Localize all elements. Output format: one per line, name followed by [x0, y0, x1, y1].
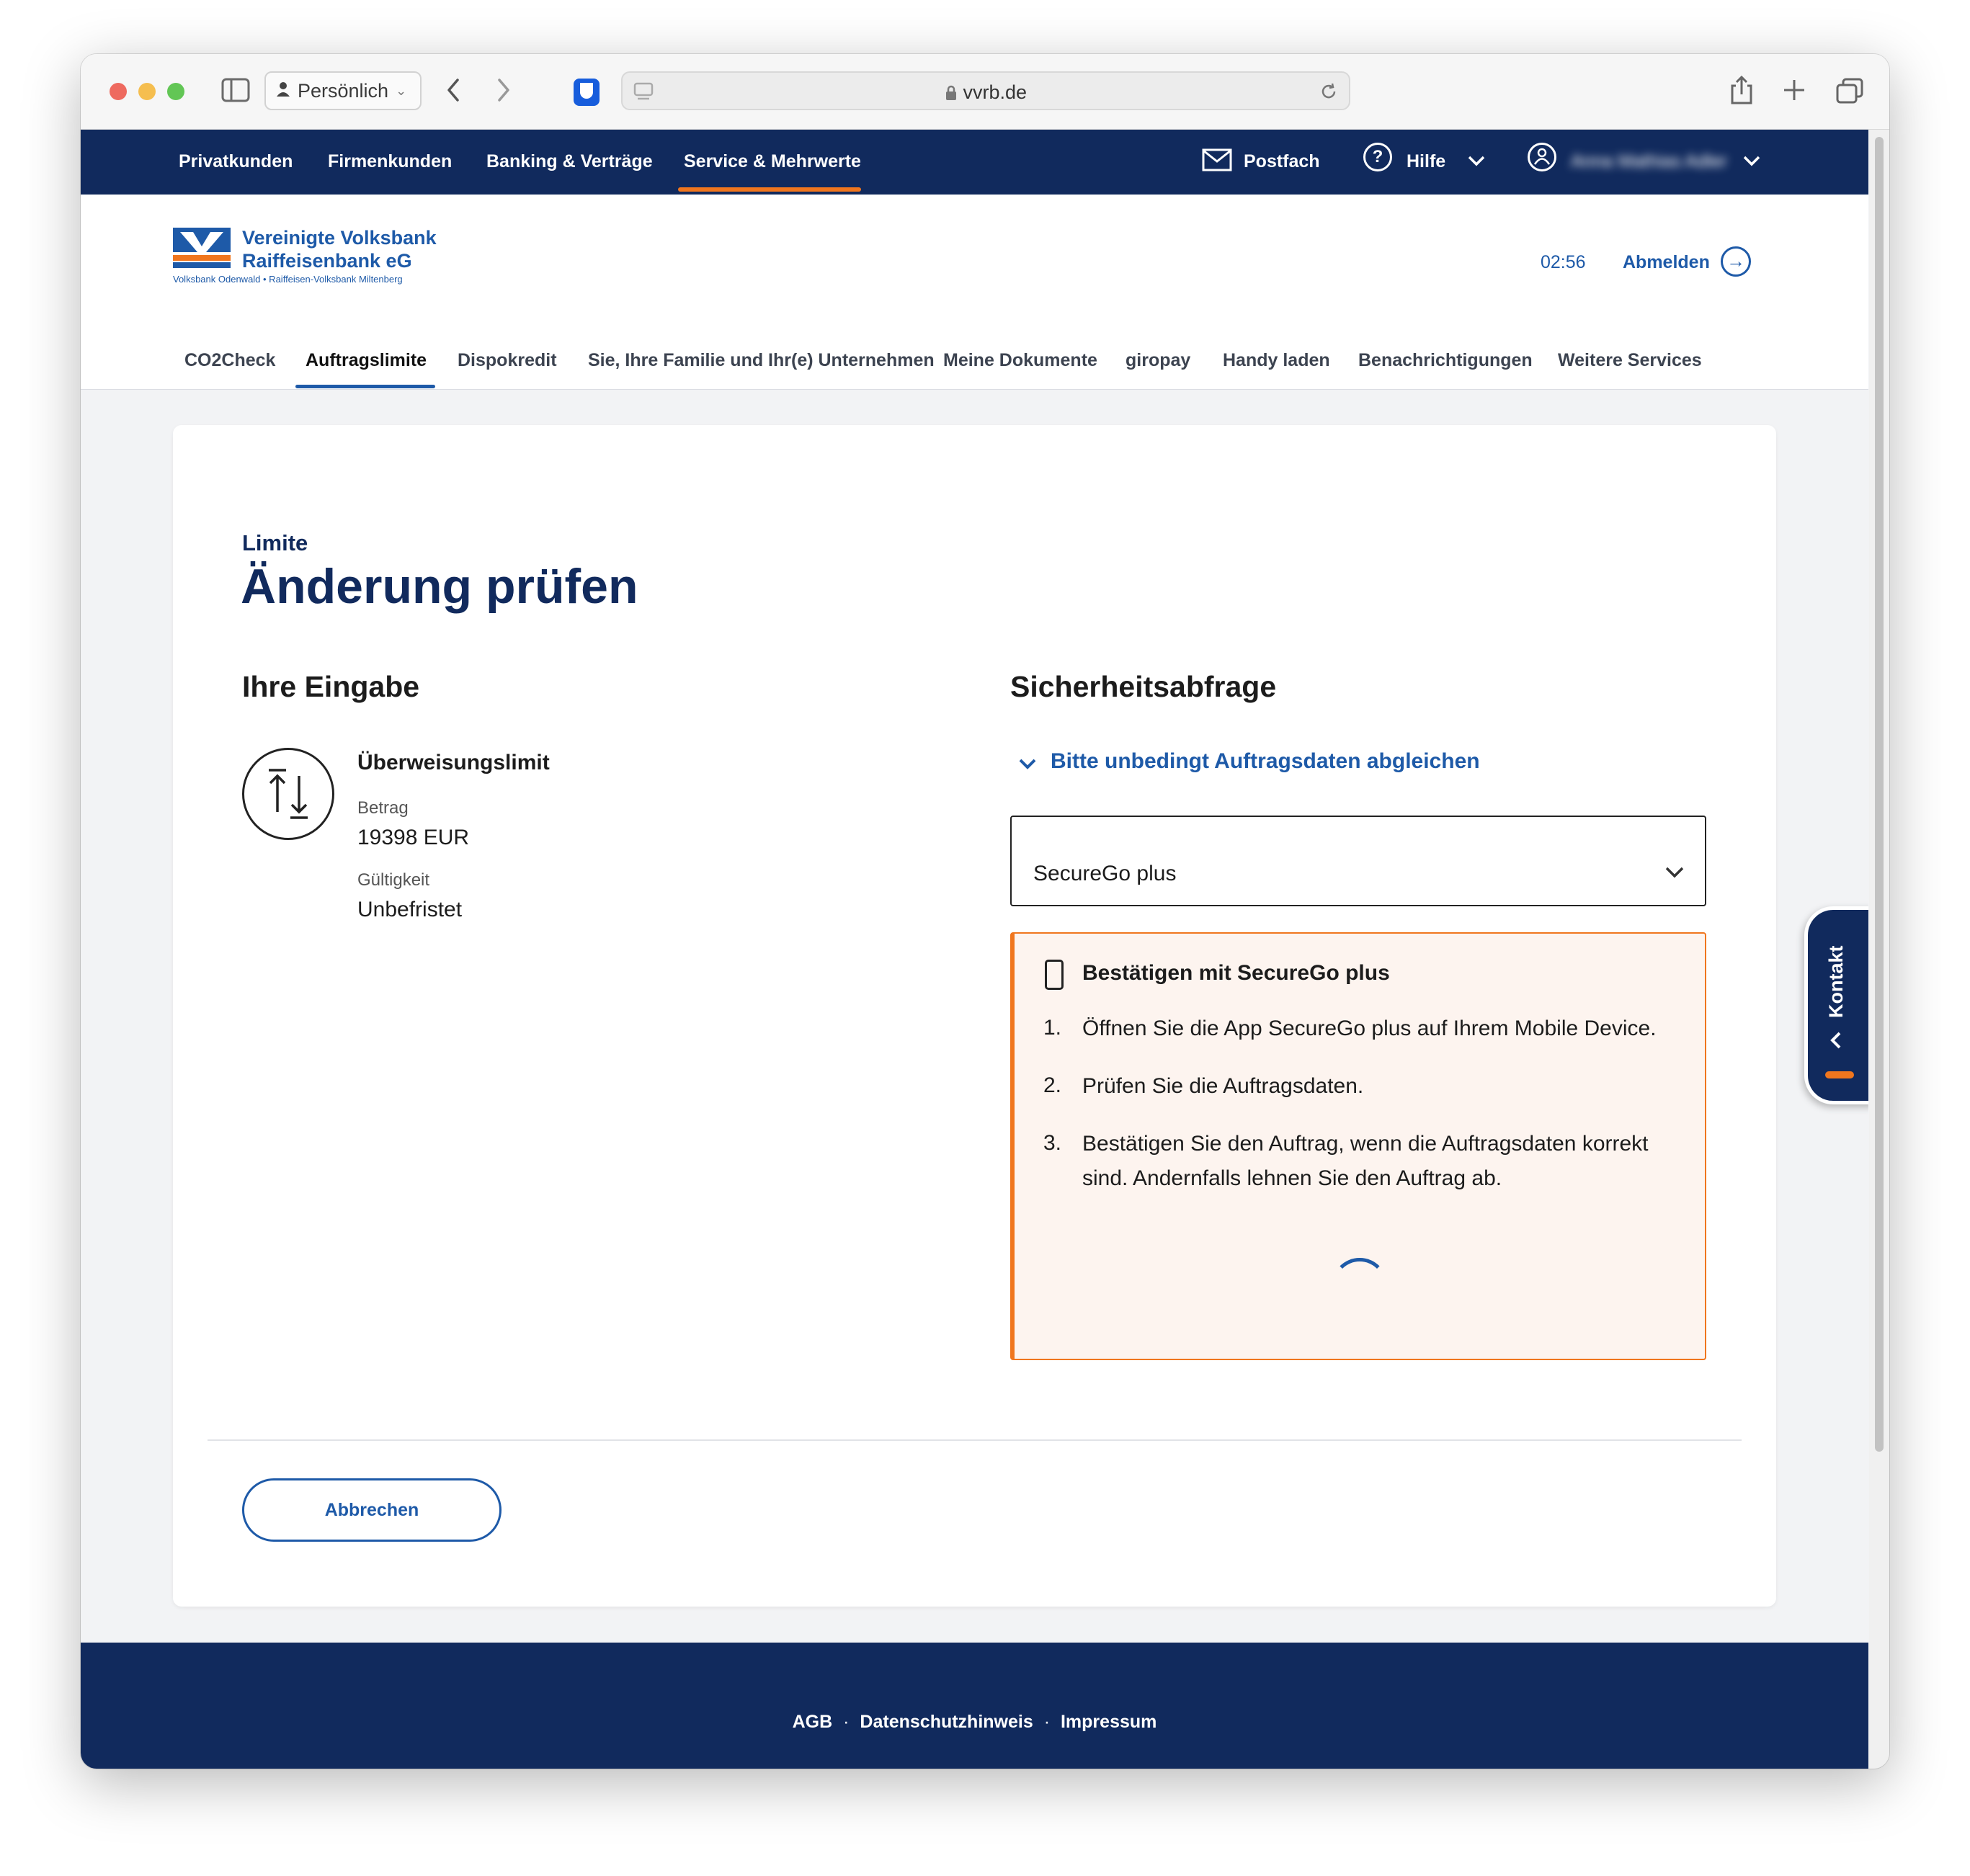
subnav-giropay[interactable]: giropay [1126, 350, 1190, 371]
step-text: Bestätigen Sie den Auftrag, wenn die Auf… [1082, 1132, 1649, 1190]
chevron-left-icon [1829, 1031, 1842, 1053]
limit-type-title: Überweisungslimit [357, 751, 550, 774]
cancel-button[interactable]: Abbrechen [242, 1478, 502, 1542]
page-viewport: Privatkunden Firmenkunden Banking & Vert… [81, 130, 1868, 1769]
securego-notice: Bestätigen mit SecureGo plus 1. Öffnen S… [1010, 932, 1706, 1360]
hilfe-menu[interactable]: Hilfe [1407, 151, 1445, 172]
session-timer: 02:56 [1541, 252, 1586, 272]
step-number: 2. [1043, 1073, 1062, 1097]
chevron-down-icon[interactable] [1017, 756, 1038, 774]
step-text: Öffnen Sie die App SecureGo plus auf Ihr… [1082, 1017, 1657, 1040]
kontakt-accent [1825, 1071, 1854, 1078]
minimize-window-button[interactable] [138, 83, 156, 100]
person-icon [276, 80, 290, 102]
user-avatar-icon[interactable] [1528, 143, 1556, 171]
chevron-down-icon: ⌄ [396, 83, 407, 98]
subnav-weitere-services[interactable]: Weitere Services [1558, 350, 1702, 371]
nav-item-banking-vertraege[interactable]: Banking & Verträge [486, 151, 653, 172]
step-number: 1. [1043, 1016, 1062, 1040]
footer-link-agb[interactable]: AGB [793, 1712, 833, 1732]
new-tab-icon[interactable] [1783, 79, 1806, 106]
zoom-window-button[interactable] [167, 83, 184, 100]
logout-link[interactable]: Abmelden [1623, 252, 1710, 273]
bank-name-line2: Raiffeisenbank eG [242, 250, 412, 272]
share-icon[interactable] [1729, 74, 1754, 110]
nav-item-service-mehrwerte[interactable]: Service & Mehrwerte [684, 151, 861, 172]
forward-icon[interactable] [495, 77, 512, 107]
validity-value: Unbefristet [357, 898, 463, 921]
page-kicker: Limite [242, 530, 308, 555]
security-section-heading: Sicherheitsabfrage [1010, 670, 1277, 703]
subnav-dispokredit[interactable]: Dispokredit [458, 350, 557, 371]
kontakt-tab[interactable]: Kontakt [1804, 906, 1868, 1104]
reload-icon[interactable] [1319, 81, 1339, 105]
bank-subtitle: Volksbank Odenwald • Raiffeisen-Volksban… [173, 274, 403, 285]
address-bar[interactable]: vvrb.de [621, 71, 1350, 110]
close-window-button[interactable] [110, 83, 127, 100]
postfach-link[interactable]: Postfach [1244, 151, 1320, 172]
subnav-meine-dokumente[interactable]: Meine Dokumente [943, 350, 1097, 371]
main-card: Limite Änderung prüfen Ihre Eingabe Über… [173, 425, 1776, 1607]
chevron-down-icon[interactable] [1467, 151, 1486, 172]
mail-icon[interactable] [1202, 148, 1232, 177]
footer-link-datenschutz[interactable]: Datenschutzhinweis [860, 1712, 1033, 1732]
browser-window: Persönlich ⌄ vvrb.de Privatkunden Firmen… [81, 54, 1889, 1769]
top-navigation: Privatkunden Firmenkunden Banking & Vert… [81, 130, 1868, 195]
input-section-heading: Ihre Eingabe [242, 670, 420, 703]
nav-active-indicator [678, 187, 861, 192]
subnav-familie-unternehmen[interactable]: Sie, Ihre Familie und Ihr(e) Unternehmen [588, 350, 935, 371]
subnav-handy-laden[interactable]: Handy laden [1223, 350, 1330, 371]
step-text: Prüfen Sie die Auftragsdaten. [1082, 1074, 1364, 1098]
nav-item-privatkunden[interactable]: Privatkunden [179, 151, 293, 172]
url-text: vvrb.de [963, 81, 1028, 103]
transfer-arrows-icon [242, 748, 334, 840]
tab-overview-icon[interactable] [1836, 78, 1863, 108]
validity-label: Gültigkeit [357, 870, 430, 890]
scrollbar-thumb[interactable] [1875, 137, 1884, 1452]
sidebar-toggle-icon[interactable] [221, 78, 250, 107]
footer-links: AGB · Datenschutzhinweis · Impressum [81, 1712, 1868, 1733]
site-header: Vereinigte Volksbank Raiffeisenbank eG V… [81, 195, 1868, 390]
bitwarden-extension-icon[interactable] [574, 79, 600, 106]
smartphone-icon [1045, 960, 1064, 990]
bank-name: Vereinigte Volksbank Raiffeisenbank eG [242, 226, 437, 272]
footer-separator: · [1043, 1712, 1051, 1732]
help-icon[interactable]: ? [1363, 143, 1392, 171]
subnav-auftragslimite[interactable]: Auftragslimite [306, 350, 427, 371]
page-title: Änderung prüfen [241, 559, 638, 614]
kontakt-label: Kontakt [1825, 945, 1847, 1019]
chevron-down-icon [1664, 866, 1685, 883]
bank-name-line1: Vereinigte Volksbank [242, 227, 437, 249]
profile-label: Persönlich [298, 79, 389, 102]
loading-spinner-icon [1332, 1258, 1388, 1314]
auth-method-select[interactable]: SecureGo plus [1010, 816, 1706, 906]
subnav-benachrichtigungen[interactable]: Benachrichtigungen [1358, 350, 1533, 371]
nav-item-firmenkunden[interactable]: Firmenkunden [328, 151, 452, 172]
amount-value: 19398 EUR [357, 826, 470, 849]
lock-icon [945, 81, 963, 103]
step-number: 3. [1043, 1131, 1062, 1155]
site-footer: AGB · Datenschutzhinweis · Impressum [81, 1643, 1868, 1769]
notice-title: Bestätigen mit SecureGo plus [1082, 961, 1390, 985]
footer-link-impressum[interactable]: Impressum [1061, 1712, 1156, 1732]
user-name[interactable]: Anna Mathias Adler [1571, 151, 1727, 172]
verify-order-data-toggle[interactable]: Bitte unbedingt Auftragsdaten abgleichen [1051, 749, 1480, 774]
amount-label: Betrag [357, 798, 409, 818]
back-icon[interactable] [445, 77, 462, 107]
chevron-down-icon[interactable] [1742, 151, 1761, 172]
bank-logo-icon[interactable] [173, 228, 231, 268]
page-scrollbar[interactable] [1869, 130, 1889, 1769]
footer-separator: · [843, 1712, 850, 1732]
sub-navigation: CO2Check Auftragslimite Dispokredit Sie,… [81, 339, 1868, 389]
logout-icon[interactable]: → [1721, 246, 1751, 277]
browser-toolbar: Persönlich ⌄ vvrb.de [81, 54, 1889, 130]
auth-method-value: SecureGo plus [1033, 862, 1177, 885]
profile-selector[interactable]: Persönlich ⌄ [264, 71, 422, 110]
subnav-co2check[interactable]: CO2Check [184, 350, 275, 371]
subnav-active-indicator [295, 385, 435, 388]
divider [208, 1439, 1742, 1441]
